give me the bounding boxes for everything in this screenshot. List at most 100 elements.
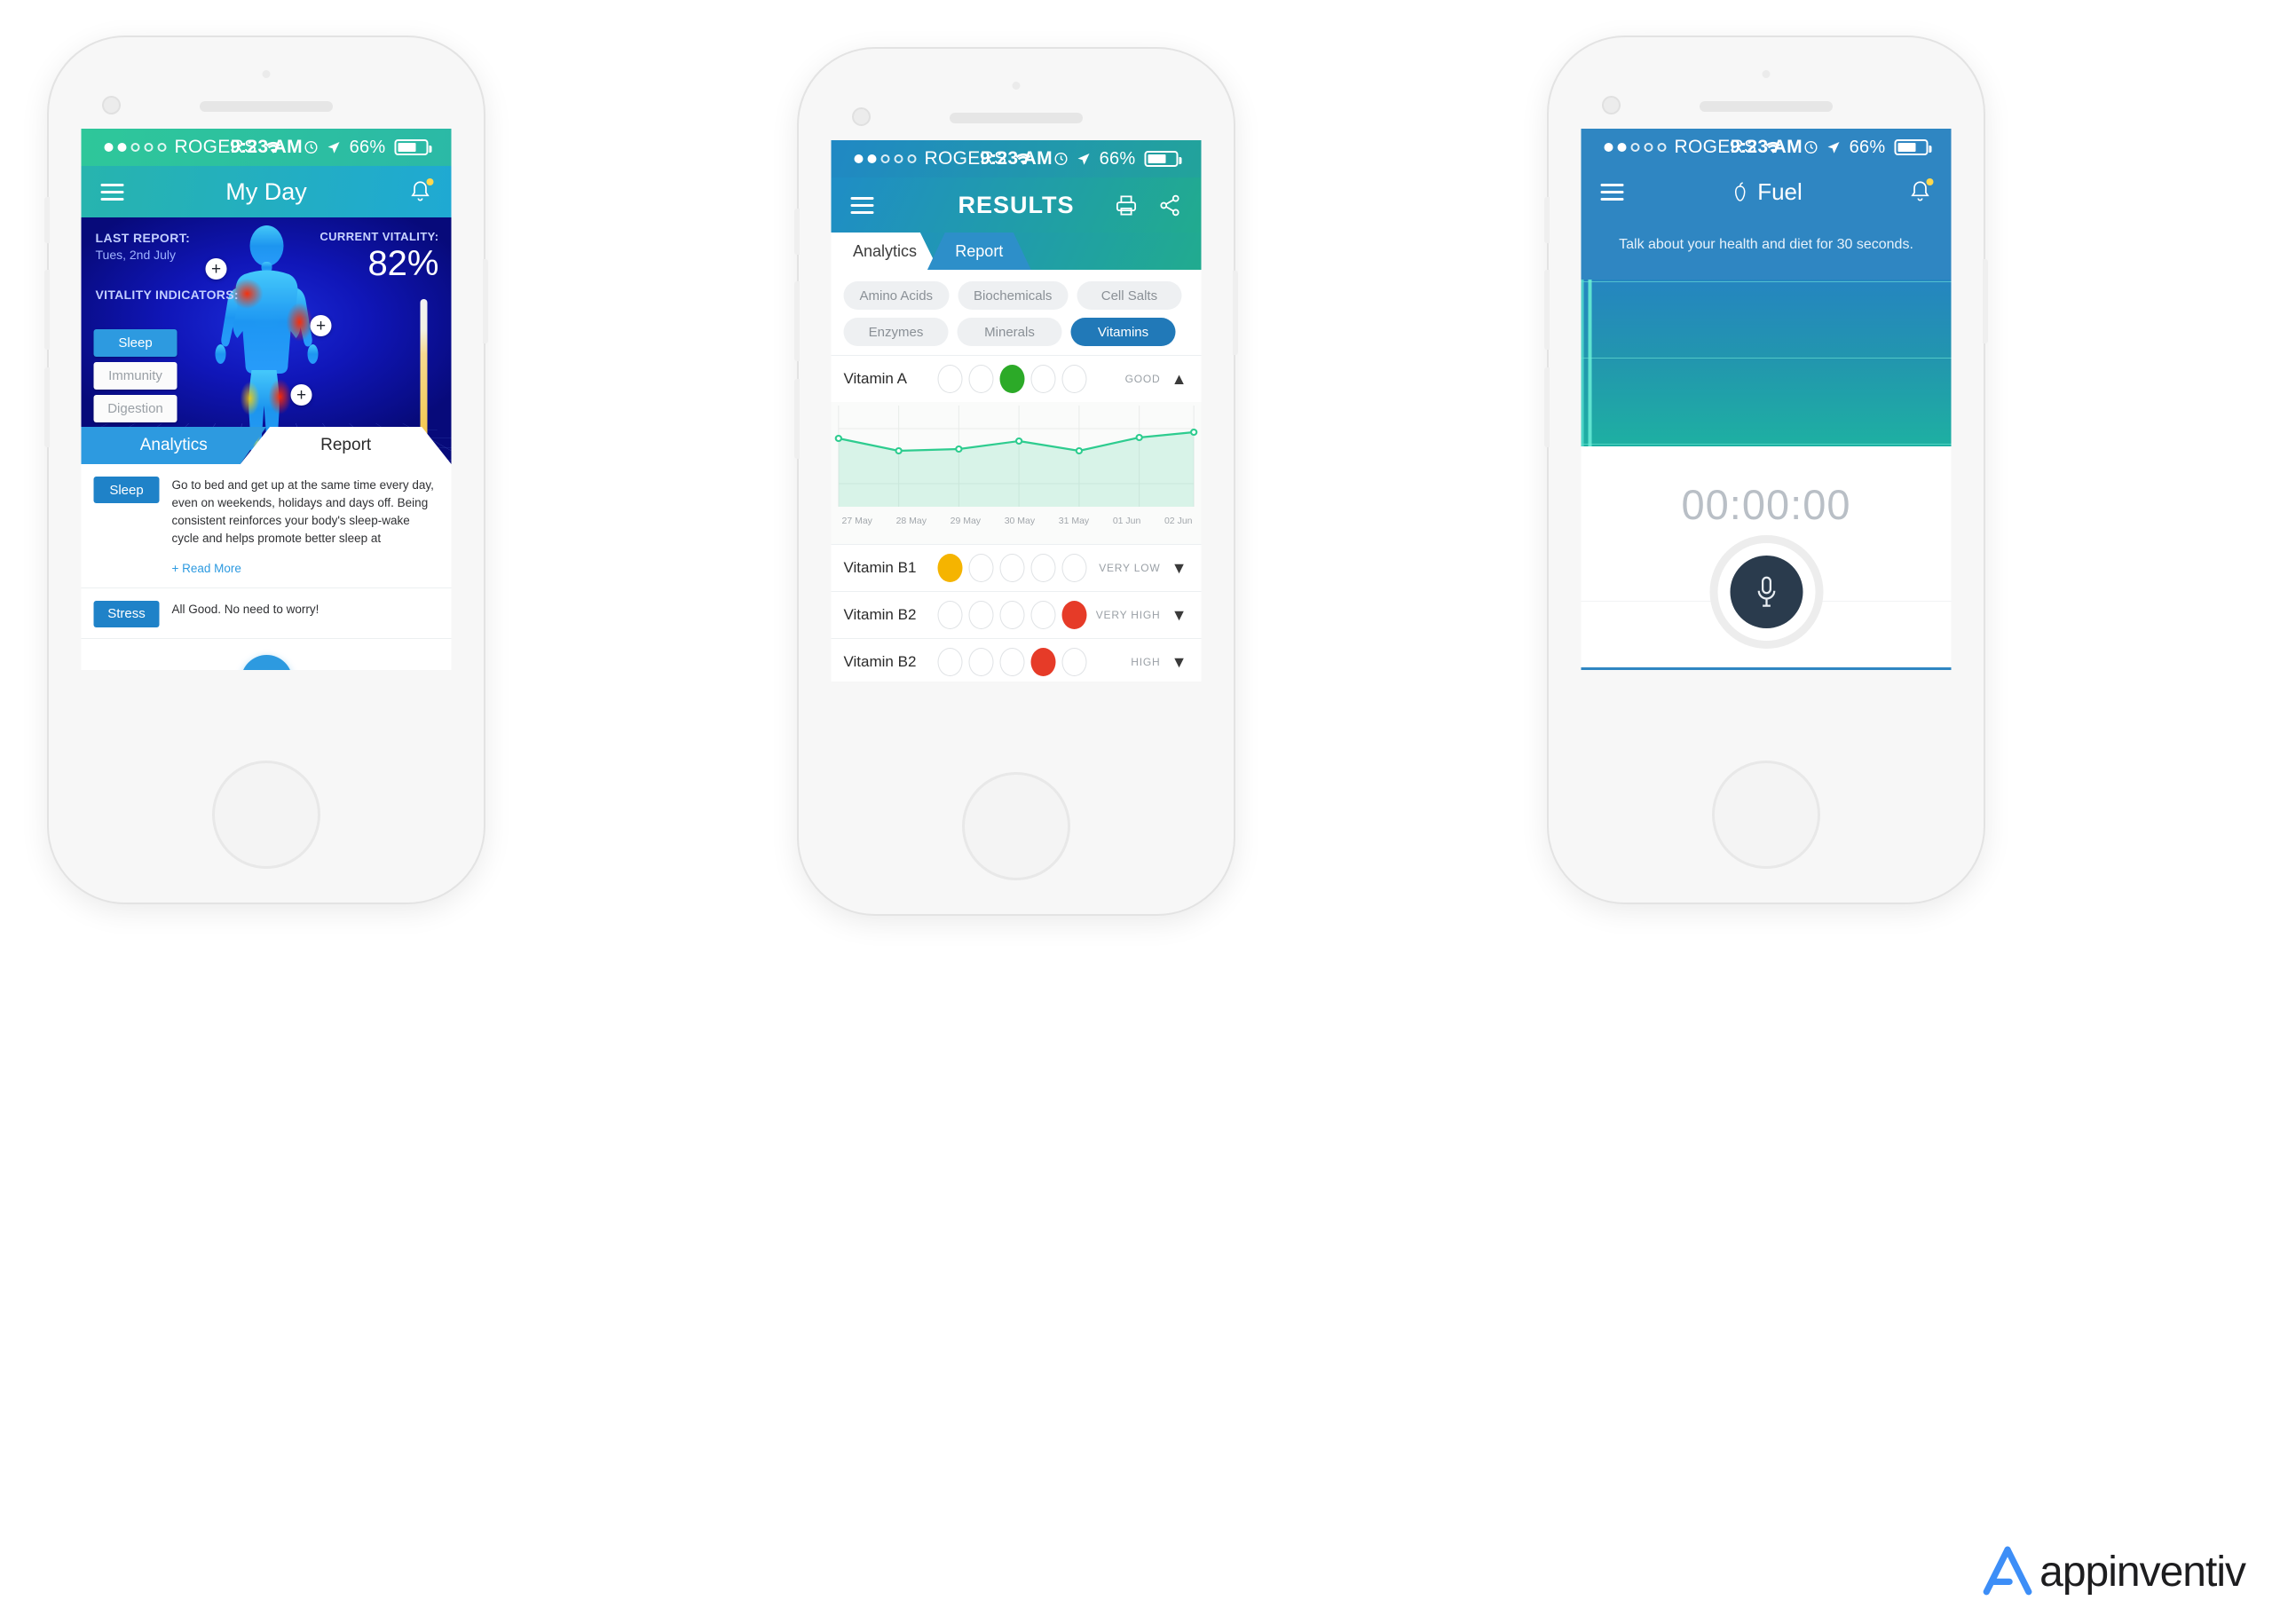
apple-icon — [1734, 182, 1745, 201]
battery-percent: 66% — [1849, 137, 1886, 157]
bottom-nav-me[interactable]: Me — [1582, 667, 1674, 670]
battery-percent: 66% — [1099, 148, 1136, 169]
body-marker-plus-3[interactable]: + — [290, 384, 312, 406]
x-tick: 28 May — [895, 516, 927, 526]
hamburger-menu-icon[interactable] — [100, 183, 124, 201]
notification-bell-icon[interactable] — [1909, 178, 1934, 204]
chip-amino-acids[interactable]: Amino Acids — [843, 281, 950, 310]
read-more-link[interactable]: + Read More — [172, 562, 241, 575]
bottom-navigation: Me Fuel Core Train — [1581, 667, 1952, 670]
phone-2-screen: ROGERS 9:23 AM 66% RESULTS Analytics Rep… — [831, 140, 1202, 682]
volume-up-button[interactable] — [794, 281, 800, 361]
phone-3-fuel: ROGERS 9:23 AM 66% Fuel Talk about your … — [1544, 37, 1988, 903]
earpiece-speaker — [1700, 101, 1833, 112]
bottom-nav-train[interactable]: Train — [1858, 667, 1951, 670]
clock: 9:23 AM — [980, 148, 1053, 169]
x-tick: 30 May — [1004, 516, 1036, 526]
tab-report[interactable]: Report — [927, 233, 1031, 270]
power-button[interactable] — [483, 259, 488, 343]
vitality-gauge — [420, 299, 428, 437]
label: Minerals — [984, 324, 1035, 340]
record-button[interactable] — [1730, 556, 1803, 628]
category-filter-chips: Amino Acids Biochemicals Cell Salts Enzy… — [831, 270, 1202, 355]
report-row-sleep[interactable]: Sleep Go to bed and get up at the same t… — [81, 464, 452, 588]
label: Immunity — [108, 368, 162, 383]
share-icon[interactable] — [1158, 193, 1182, 217]
clock: 9:23 AM — [1730, 137, 1803, 157]
chevron-down-icon[interactable]: ▼ — [1170, 653, 1189, 672]
vitamin-name: Vitamin B2 — [843, 606, 917, 623]
label: Digestion — [107, 401, 163, 416]
volume-down-button[interactable] — [1544, 367, 1550, 447]
table-row[interactable]: Vitamin B2 HIGH ▼ — [831, 638, 1202, 682]
vitamin-trend-chart: 27 May 28 May 29 May 30 May 31 May 01 Ju… — [831, 402, 1202, 544]
label: Enzymes — [868, 324, 924, 340]
vitality-indicator-immunity[interactable]: Immunity — [93, 362, 178, 390]
phone-2-navbar: RESULTS — [831, 177, 1202, 233]
earpiece-speaker — [950, 113, 1083, 123]
mic-ring — [1717, 543, 1815, 641]
home-button[interactable] — [962, 772, 1070, 880]
notification-bell-icon[interactable] — [409, 178, 434, 204]
chip-biochemicals[interactable]: Biochemicals — [958, 281, 1069, 310]
tab-analytics[interactable]: Analytics — [831, 233, 939, 270]
vitamin-name: Vitamin B1 — [843, 559, 917, 576]
volume-up-button[interactable] — [1544, 270, 1550, 350]
recording-hint: Talk about your health and diet for 30 s… — [1581, 217, 1952, 280]
chart-x-axis: 27 May 28 May 29 May 30 May 31 May 01 Ju… — [832, 516, 1202, 526]
body-marker-plus-1[interactable]: + — [205, 258, 227, 280]
home-button[interactable] — [1712, 761, 1820, 869]
tab-report[interactable]: Report — [240, 427, 452, 464]
vitality-indicator-sleep[interactable]: Sleep — [93, 329, 178, 357]
chip-vitamins[interactable]: Vitamins — [1070, 318, 1176, 346]
vitality-indicator-digestion[interactable]: Digestion — [93, 395, 178, 422]
chevron-up-icon[interactable]: ▲ — [1170, 370, 1189, 389]
bottom-nav-core[interactable]: Core — [1766, 667, 1858, 670]
current-vitality-label: CURRENT VITALITY: — [320, 230, 439, 243]
chevron-down-icon[interactable]: ▼ — [1170, 559, 1189, 578]
table-row[interactable]: Vitamin B2 VERY HIGH ▼ — [831, 591, 1202, 638]
bottom-nav-fuel[interactable]: Fuel — [1674, 667, 1766, 670]
chip-minerals[interactable]: Minerals — [957, 318, 1062, 346]
sensor — [1762, 70, 1771, 78]
chip-enzymes[interactable]: Enzymes — [843, 318, 949, 346]
current-vitality-block: CURRENT VITALITY: 82% — [320, 230, 438, 282]
phone-3-screen: ROGERS 9:23 AM 66% Fuel Talk about your … — [1581, 129, 1952, 670]
power-button[interactable] — [1983, 259, 1988, 343]
vitamin-row-expanded[interactable]: Vitamin A GOOD ▲ — [831, 355, 1202, 402]
label: Analytics — [139, 436, 208, 454]
tab-analytics[interactable]: Analytics — [81, 427, 266, 464]
alarm-icon — [1804, 140, 1818, 154]
page-title: Fuel — [1757, 177, 1803, 205]
last-report-block: LAST REPORT: Tues, 2nd July — [96, 230, 191, 264]
phone-1-tabs: Analytics Report — [81, 427, 452, 464]
fab-container: + — [81, 638, 452, 670]
hamburger-menu-icon[interactable] — [1600, 183, 1624, 201]
volume-down-button[interactable] — [44, 367, 50, 447]
battery-icon — [1144, 151, 1182, 167]
front-camera — [852, 107, 871, 126]
table-row[interactable]: Vitamin B1 VERY LOW ▼ — [831, 544, 1202, 591]
hamburger-menu-icon[interactable] — [850, 196, 874, 214]
label: Amino Acids — [859, 288, 934, 304]
label: Cell Salts — [1100, 288, 1158, 304]
volume-down-button[interactable] — [794, 379, 800, 459]
vitality-indicators-label: VITALITY INDICATORS: — [95, 288, 239, 302]
page-title-group: Fuel — [1730, 178, 1803, 206]
printer-icon[interactable] — [1115, 193, 1139, 217]
level-dots — [937, 648, 1087, 676]
report-row-stress[interactable]: Stress All Good. No need to worry! — [81, 588, 452, 639]
chevron-down-icon[interactable]: ▼ — [1170, 606, 1189, 625]
home-button[interactable] — [212, 761, 320, 869]
power-button[interactable] — [1233, 271, 1238, 355]
chip-cell-salts[interactable]: Cell Salts — [1077, 281, 1182, 310]
sensor — [262, 70, 271, 78]
volume-up-button[interactable] — [44, 270, 50, 350]
status-bar: ROGERS 9:23 AM 66% — [81, 129, 452, 166]
phone-3-navbar: Fuel — [1581, 166, 1952, 217]
last-report-label: LAST REPORT: — [95, 231, 191, 245]
add-entry-button[interactable]: + — [241, 655, 292, 670]
body-marker-plus-2[interactable]: + — [310, 315, 332, 336]
x-tick: 01 Jun — [1112, 516, 1141, 526]
report-list: Sleep Go to bed and get up at the same t… — [81, 464, 452, 670]
